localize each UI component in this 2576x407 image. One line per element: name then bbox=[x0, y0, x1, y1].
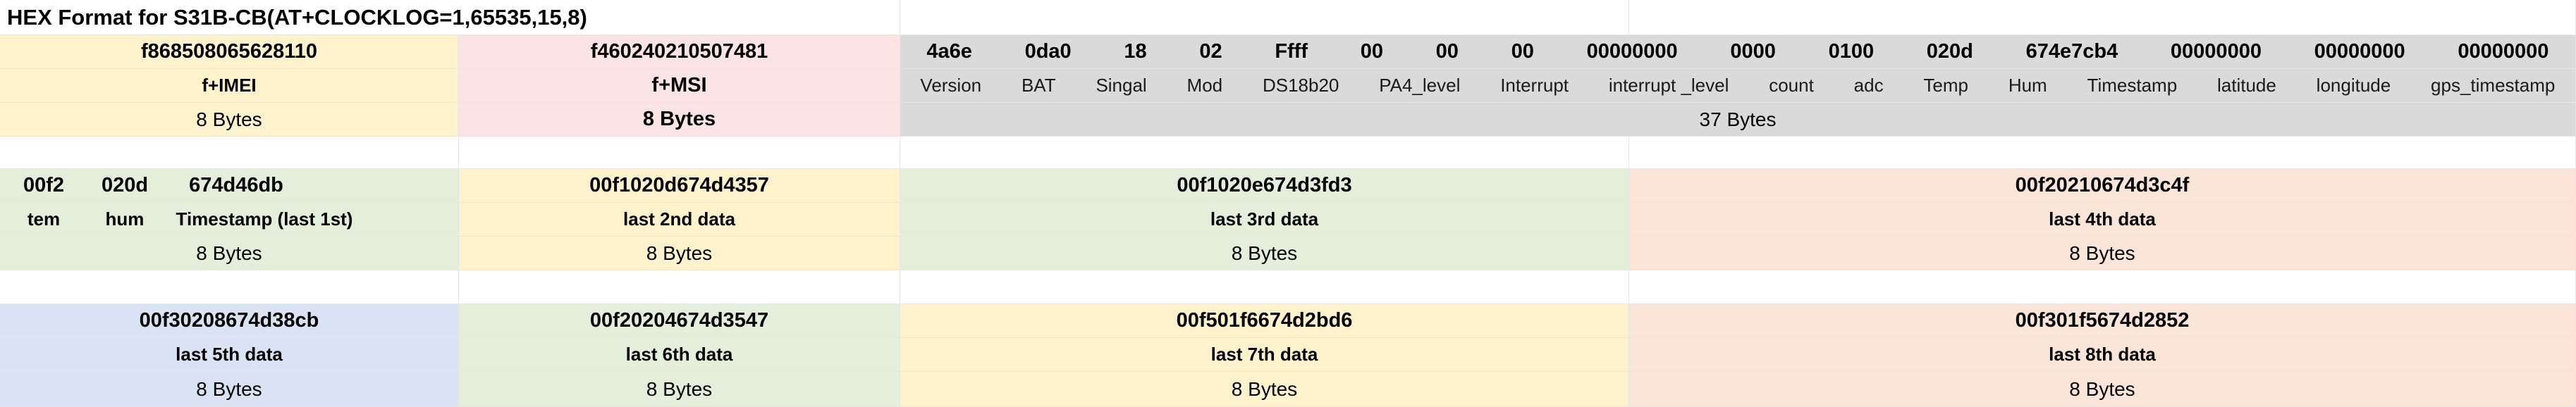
spreadsheet: HEX Format for S31B-CB(AT+CLOCKLOG=1,655… bbox=[0, 0, 2576, 407]
fields-size: 37 Bytes bbox=[900, 103, 2576, 137]
section1-size-row: 8 Bytes 8 Bytes 37 Bytes bbox=[0, 103, 2576, 137]
section2-hex-row: 00f2 020d 674d46db 00f1020d674d4357 00f1… bbox=[0, 169, 2576, 203]
section1-label-row: f+IMEI f+MSI Version BAT Singal Mod DS18b20 P… bbox=[0, 69, 2576, 103]
last2-label: last 2nd data bbox=[459, 203, 900, 237]
field-label-14: longitude bbox=[2316, 75, 2391, 96]
field-label-15: gps_timestamp bbox=[2431, 75, 2556, 96]
last4-hex: 00f20210674d3c4f bbox=[1629, 169, 2576, 203]
empty-cell bbox=[459, 270, 900, 304]
field-label-13: latitude bbox=[2217, 75, 2276, 96]
field-label-8: count bbox=[1769, 75, 1814, 96]
last4-label: last 4th data bbox=[1629, 203, 2576, 237]
last1-timestamp-label: Timestamp (last 1st) bbox=[176, 208, 353, 230]
msi-label: f+MSI bbox=[459, 69, 900, 103]
field-hex-12: 674e7cb4 bbox=[2025, 40, 2118, 63]
last1-label-group: tem hum Timestamp (last 1st) bbox=[0, 203, 459, 237]
last5-size: 8 Bytes bbox=[0, 372, 459, 407]
field-label-12: Timestamp bbox=[2087, 75, 2178, 96]
field-label-11: Hum bbox=[2008, 75, 2047, 96]
field-hex-9: 0000 bbox=[1730, 40, 1776, 63]
last3-label: last 3rd data bbox=[900, 203, 1629, 237]
field-hex-11: 020d bbox=[1926, 40, 1973, 63]
last8-hex: 00f301f5674d2852 bbox=[1629, 304, 2576, 338]
spacer-row bbox=[0, 137, 2576, 169]
field-label-9: adc bbox=[1853, 75, 1884, 96]
field-label-10: Temp bbox=[1923, 75, 1968, 96]
last1-timestamp-hex: 674d46db bbox=[189, 174, 283, 196]
last5-label: last 5th data bbox=[0, 338, 459, 372]
empty-cell bbox=[1629, 137, 2576, 169]
imei-hex: f868508065628110 bbox=[0, 35, 459, 69]
last8-label: last 8th data bbox=[1629, 338, 2576, 372]
field-hex-4: Ffff bbox=[1275, 40, 1308, 63]
fields-label-group: Version BAT Singal Mod DS18b20 PA4_level Inter… bbox=[900, 69, 2576, 103]
last3-hex: 00f1020e674d3fd3 bbox=[900, 169, 1629, 203]
empty-cell bbox=[900, 0, 1629, 35]
empty-cell bbox=[0, 137, 459, 169]
section3-label-row: last 5th data last 6th data last 7th dat… bbox=[0, 338, 2576, 372]
msi-size: 8 Bytes bbox=[459, 103, 900, 137]
last1-hex-group: 00f2 020d 674d46db bbox=[0, 169, 459, 203]
field-label-1: BAT bbox=[1021, 75, 1056, 96]
field-hex-7: 00 bbox=[1511, 40, 1534, 63]
last6-size: 8 Bytes bbox=[459, 372, 900, 407]
empty-cell bbox=[459, 137, 900, 169]
empty-cell bbox=[1629, 270, 2576, 304]
field-hex-6: 00 bbox=[1435, 40, 1459, 63]
section3-hex-row: 00f30208674d38cb 00f20204674d3547 00f501… bbox=[0, 304, 2576, 338]
last7-hex: 00f501f6674d2bd6 bbox=[900, 304, 1629, 338]
field-label-2: Singal bbox=[1096, 75, 1147, 96]
field-hex-15: 00000000 bbox=[2458, 40, 2549, 63]
field-label-0: Version bbox=[920, 75, 982, 96]
empty-cell bbox=[0, 270, 459, 304]
section2-label-row: tem hum Timestamp (last 1st) last 2nd da… bbox=[0, 203, 2576, 237]
spacer-row bbox=[0, 270, 2576, 304]
field-label-3: Mod bbox=[1186, 75, 1223, 96]
empty-cell bbox=[1629, 0, 2576, 35]
msi-hex: f460240210507481 bbox=[459, 35, 900, 69]
imei-label: f+IMEI bbox=[0, 69, 459, 103]
field-label-7: interrupt _level bbox=[1608, 75, 1729, 96]
field-label-4: DS18b20 bbox=[1262, 75, 1339, 96]
last1-tem-label: tem bbox=[27, 208, 61, 230]
field-hex-10: 0100 bbox=[1828, 40, 1875, 63]
last4-size: 8 Bytes bbox=[1629, 237, 2576, 270]
field-hex-0: 4a6e bbox=[926, 40, 972, 63]
field-hex-3: 02 bbox=[1199, 40, 1222, 63]
field-hex-2: 18 bbox=[1124, 40, 1147, 63]
last6-label: last 6th data bbox=[459, 338, 900, 372]
field-label-6: Interrupt bbox=[1500, 75, 1569, 96]
last1-hum-hex: 020d bbox=[101, 174, 149, 196]
last6-hex: 00f20204674d3547 bbox=[459, 304, 900, 338]
field-hex-1: 0da0 bbox=[1024, 40, 1072, 63]
section2-size-row: 8 Bytes 8 Bytes 8 Bytes 8 Bytes bbox=[0, 237, 2576, 270]
imei-size: 8 Bytes bbox=[0, 103, 459, 137]
field-label-5: PA4_level bbox=[1379, 75, 1461, 96]
last8-size: 8 Bytes bbox=[1629, 372, 2576, 407]
last1-tem-hex: 00f2 bbox=[23, 174, 65, 196]
last2-hex: 00f1020d674d4357 bbox=[459, 169, 900, 203]
last3-size: 8 Bytes bbox=[900, 237, 1629, 270]
empty-cell bbox=[900, 137, 1629, 169]
field-hex-8: 00000000 bbox=[1586, 40, 1678, 63]
field-hex-5: 00 bbox=[1360, 40, 1383, 63]
last7-size: 8 Bytes bbox=[900, 372, 1629, 407]
title-row: HEX Format for S31B-CB(AT+CLOCKLOG=1,655… bbox=[0, 0, 2576, 35]
last2-size: 8 Bytes bbox=[459, 237, 900, 270]
last7-label: last 7th data bbox=[900, 338, 1629, 372]
last1-hum-label: hum bbox=[105, 208, 145, 230]
section1-hex-row: f868508065628110 f460240210507481 4a6e 0d… bbox=[0, 35, 2576, 69]
last1-size: 8 Bytes bbox=[0, 237, 459, 270]
last5-hex: 00f30208674d38cb bbox=[0, 304, 459, 338]
fields-hex-group: 4a6e 0da0 18 02 Ffff 00 00 00 00000000 0000 0100 02… bbox=[900, 35, 2576, 69]
section3-size-row: 8 Bytes 8 Bytes 8 Bytes 8 Bytes bbox=[0, 372, 2576, 407]
field-hex-13: 00000000 bbox=[2170, 40, 2262, 63]
sheet-title: HEX Format for S31B-CB(AT+CLOCKLOG=1,655… bbox=[0, 0, 900, 35]
empty-cell bbox=[900, 270, 1629, 304]
field-hex-14: 00000000 bbox=[2314, 40, 2405, 63]
